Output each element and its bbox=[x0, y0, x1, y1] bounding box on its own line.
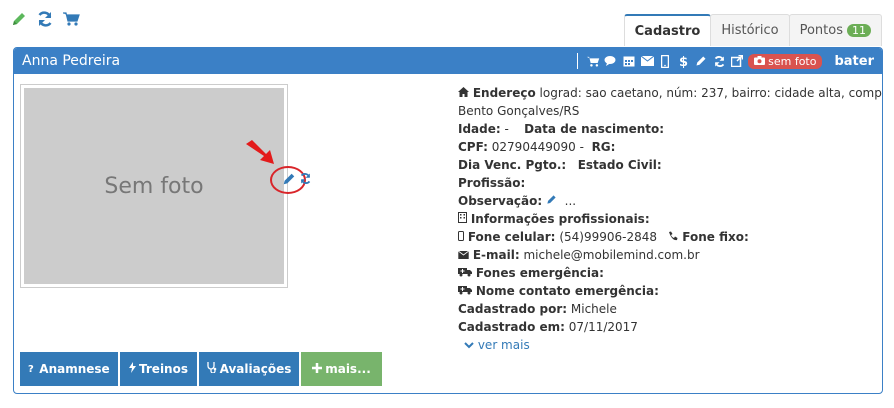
edit-photo-pencil-icon[interactable] bbox=[282, 172, 296, 189]
stethoscope-icon bbox=[206, 362, 217, 376]
question-icon: ? bbox=[28, 362, 36, 376]
cadastrado-por-row: Cadastrado por: Michele bbox=[458, 302, 617, 316]
avaliacoes-button[interactable]: Avaliações bbox=[199, 352, 299, 386]
panel-header: Anna Pedreira $ sem foto bater bbox=[14, 48, 882, 74]
client-panel: Anna Pedreira $ sem foto bater Sem foto bbox=[13, 47, 883, 394]
mobile-icon[interactable] bbox=[658, 54, 672, 68]
divider bbox=[577, 53, 579, 69]
refresh-icon[interactable] bbox=[36, 10, 54, 28]
phone-icon bbox=[668, 230, 678, 244]
bolt-icon bbox=[129, 362, 137, 376]
client-name: Anna Pedreira bbox=[22, 53, 121, 69]
sem-foto-button[interactable]: sem foto bbox=[748, 53, 823, 69]
header-actions: $ sem foto bater bbox=[573, 53, 874, 69]
endereco-row: Endereço lograd: sao caetano, núm: 237, … bbox=[458, 84, 882, 102]
tab-historico[interactable]: Histórico bbox=[710, 14, 790, 46]
ambulance-icon bbox=[458, 266, 472, 280]
cpf-row: CPF: 02790449090 - RG: bbox=[458, 140, 616, 154]
email-row: E-mail: michele@mobilemind.com.br bbox=[458, 246, 878, 264]
refresh-photo-icon[interactable] bbox=[299, 172, 312, 188]
photo-placeholder: Sem foto bbox=[24, 88, 284, 284]
profissao-row: Profissão: bbox=[458, 176, 526, 190]
client-info: Endereço lograd: sao caetano, núm: 237, … bbox=[458, 84, 882, 354]
envelope-icon[interactable] bbox=[640, 54, 654, 68]
external-link-icon[interactable] bbox=[730, 54, 744, 68]
dollar-icon[interactable]: $ bbox=[676, 54, 690, 68]
fones-row: Fone celular: (54)99906-2848 Fone fixo: bbox=[458, 228, 878, 246]
svg-text:$: $ bbox=[679, 55, 688, 68]
chevron-down-icon bbox=[464, 338, 474, 352]
calendar-icon[interactable] bbox=[622, 54, 636, 68]
building-icon bbox=[458, 212, 467, 226]
cart-icon[interactable] bbox=[586, 54, 600, 68]
venc-row: Dia Venc. Pgto.: Estado Civil: bbox=[458, 158, 662, 172]
top-toolbar bbox=[10, 10, 80, 28]
mobile-icon bbox=[458, 230, 464, 244]
ver-mais-link[interactable]: ver mais bbox=[464, 336, 878, 354]
refresh-icon[interactable] bbox=[712, 54, 726, 68]
svg-text:?: ? bbox=[28, 364, 34, 373]
anamnese-button[interactable]: ? Anamnese bbox=[20, 352, 118, 386]
pencil-icon[interactable] bbox=[694, 54, 708, 68]
emergencia-row: Fones emergência: bbox=[458, 264, 878, 282]
tab-pontos[interactable]: Pontos 11 bbox=[788, 14, 882, 46]
cadastrado-em-row: Cadastrado em: 07/11/2017 bbox=[458, 320, 638, 334]
camera-icon bbox=[754, 55, 766, 68]
info-prof-row: Informações profissionais: bbox=[458, 210, 878, 228]
plus-icon bbox=[312, 362, 323, 376]
edit-observacao-pencil-icon[interactable] bbox=[546, 194, 557, 208]
contato-emergencia-row: Nome contato emergência: bbox=[458, 282, 878, 300]
red-arrow-icon bbox=[244, 140, 278, 171]
envelope-icon bbox=[458, 248, 469, 262]
mais-button[interactable]: mais... bbox=[301, 352, 382, 386]
action-buttons: ? Anamnese Treinos Avaliações mais... bbox=[20, 352, 384, 386]
tab-bar: Cadastro Histórico Pontos 11 bbox=[623, 14, 882, 46]
tab-cadastro[interactable]: Cadastro bbox=[623, 14, 712, 46]
endereco-line2: Bento Gonçalves/RS bbox=[458, 104, 580, 118]
home-icon bbox=[458, 86, 469, 100]
ambulance-icon bbox=[458, 284, 472, 298]
cart-icon[interactable] bbox=[62, 10, 80, 28]
treinos-button[interactable]: Treinos bbox=[120, 352, 197, 386]
idade-row: Idade: - Data de nascimento: bbox=[458, 122, 665, 136]
chat-icon[interactable] bbox=[604, 54, 618, 68]
points-badge: 11 bbox=[847, 24, 871, 37]
photo-frame: Sem foto bbox=[20, 84, 288, 288]
bater-button[interactable]: bater bbox=[834, 54, 874, 69]
pencil-icon[interactable] bbox=[10, 10, 28, 28]
observacao-row: Observação: ... bbox=[458, 194, 577, 208]
